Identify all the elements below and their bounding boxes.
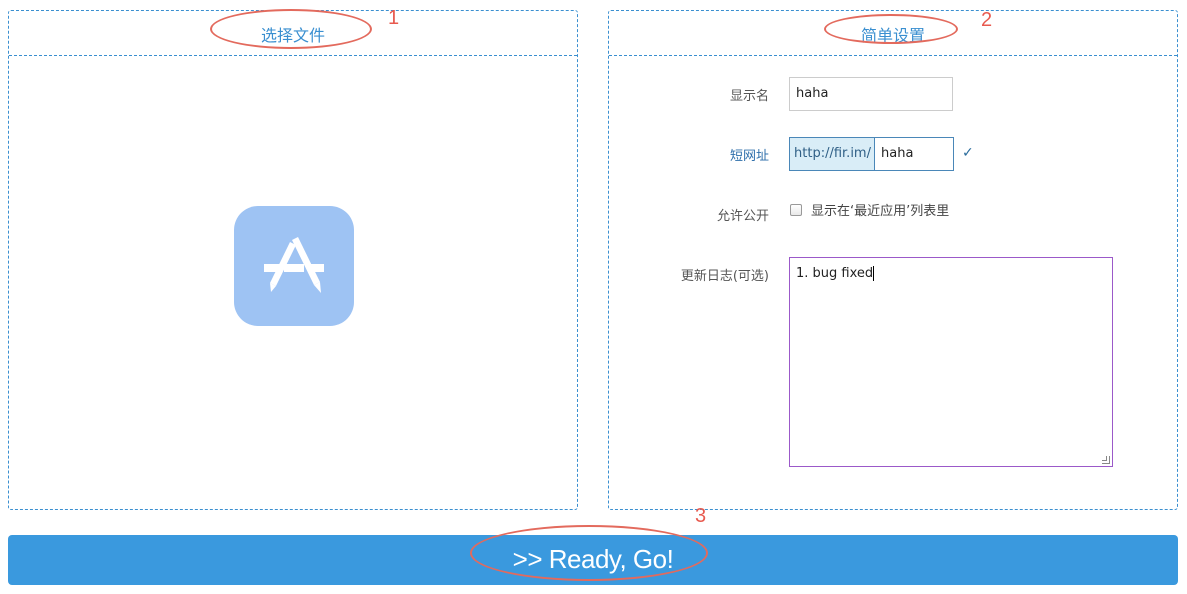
resize-grip-icon[interactable] — [1102, 456, 1110, 464]
url-valid-check-icon: ✓ — [962, 145, 974, 161]
changelog-textarea[interactable]: 1. bug fixed — [789, 257, 1113, 467]
short-url-input[interactable]: haha — [874, 137, 954, 171]
file-upload-dropzone[interactable] — [9, 56, 577, 509]
public-checkbox[interactable] — [790, 204, 802, 216]
annotation-circle-3 — [470, 525, 708, 581]
annotation-marker-2: 2 — [981, 9, 993, 31]
file-select-panel: 选择文件 — [8, 10, 578, 510]
short-url-prefix: http://fir.im/ — [789, 137, 875, 171]
changelog-text: 1. bug fixed — [796, 266, 874, 281]
text-caret — [873, 266, 875, 281]
short-url-label: 短网址 — [729, 149, 769, 164]
annotation-marker-3: 3 — [695, 505, 707, 527]
annotation-circle-2 — [824, 14, 958, 44]
annotation-marker-1: 1 — [388, 7, 400, 29]
display-name-input[interactable]: haha — [789, 77, 953, 111]
changelog-label: 更新日志(可选) — [680, 269, 769, 284]
public-option-text[interactable]: 显示在‘最近应用’列表里 — [811, 200, 949, 219]
annotation-circle-1 — [210, 9, 372, 49]
display-name-label: 显示名 — [729, 89, 769, 104]
public-label: 允许公开 — [716, 209, 769, 224]
app-store-icon[interactable] — [234, 206, 354, 326]
settings-panel: 简单设置 显示名 haha 短网址 http://fir.im/ haha ✓ … — [608, 10, 1178, 510]
